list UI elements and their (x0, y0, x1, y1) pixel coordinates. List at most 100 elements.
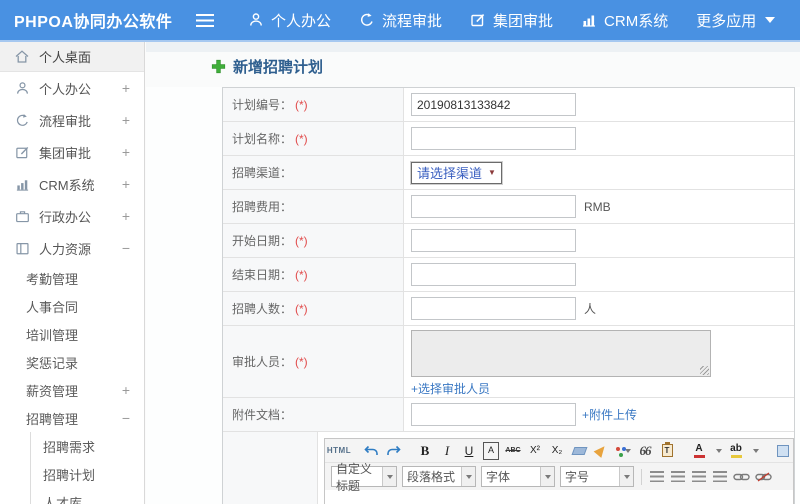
paragraph-format-select[interactable]: 段落格式 (402, 466, 476, 487)
channel-select[interactable]: 请选择渠道 ▼ (411, 161, 502, 184)
required-marker: (*) (295, 97, 308, 112)
strikethrough-button[interactable]: ABC (505, 442, 521, 460)
undo-icon[interactable] (363, 442, 379, 460)
font-family-select[interactable]: 字体 (481, 466, 555, 487)
top-menu: 个人办公 流程审批 集团审批 CRM系统 更多应用 (248, 10, 776, 31)
topmenu-personal-office[interactable]: 个人办公 (248, 10, 331, 31)
paste-as-text-icon[interactable]: T (659, 442, 675, 460)
approvers-textarea[interactable] (411, 330, 711, 377)
sidebar-item-salary[interactable]: 薪资管理 + (0, 376, 144, 404)
topmenu-workflow-approval[interactable]: 流程审批 (359, 10, 442, 31)
upload-attachment-link[interactable]: +附件上传 (582, 406, 637, 423)
sidebar-item-workflow-approval[interactable]: 流程审批 + (0, 104, 144, 136)
topmenu-more-apps[interactable]: 更多应用 (696, 10, 776, 31)
expand-toggle[interactable]: + (122, 80, 130, 96)
topmenu-label: 流程审批 (382, 12, 443, 30)
collapse-toggle[interactable]: − (122, 410, 130, 426)
color-brush-icon[interactable] (615, 442, 631, 460)
sidebar-item-label: 个人桌面 (39, 50, 92, 65)
align-right-icon[interactable] (691, 468, 707, 486)
sidebar-item-desktop[interactable]: 个人桌面 (0, 42, 144, 72)
italic-button[interactable]: I (439, 442, 455, 460)
resize-grip-icon[interactable] (700, 366, 709, 375)
fee-input[interactable] (411, 195, 576, 218)
start-date-input[interactable] (411, 229, 576, 252)
hamburger-menu-icon[interactable] (196, 13, 214, 27)
redo-icon[interactable] (385, 442, 401, 460)
sidebar-item-rewards[interactable]: 奖惩记录 (0, 348, 144, 376)
expand-toggle[interactable]: + (122, 112, 130, 128)
editor-content-area[interactable] (325, 490, 793, 504)
sidebar-item-recruit-demand[interactable]: 招聘需求 (31, 432, 144, 460)
form-row-approvers: 审批人员： (*) +选择审批人员 (223, 326, 794, 398)
remove-format-button[interactable]: A (483, 441, 499, 460)
main-content: 新增招聘计划 计划编号： (*) 计划名称： (*) (146, 42, 800, 504)
field-label: 结束日期： (232, 268, 293, 282)
insert-table-icon[interactable] (775, 442, 791, 460)
sidebar-item-attendance[interactable]: 考勤管理 (0, 264, 144, 292)
topmenu-group-approval[interactable]: 集团审批 (470, 10, 553, 31)
field-label: 招聘渠道： (232, 166, 293, 180)
sidebar-item-admin-office[interactable]: 行政办公 + (0, 200, 144, 232)
sidebar-item-crm[interactable]: CRM系统 + (0, 168, 144, 200)
unlink-icon[interactable] (755, 468, 772, 486)
field-label-cell (223, 432, 318, 504)
headcount-input[interactable] (411, 297, 576, 320)
sidebar-item-hr-contract[interactable]: 人事合同 (0, 292, 144, 320)
sidebar-item-recruit-plan[interactable]: 招聘计划 (31, 460, 144, 488)
field-label: 计划名称： (232, 132, 293, 146)
font-color-button[interactable]: A (691, 442, 707, 460)
top-navbar: PHPOA协同办公软件 个人办公 流程审批 集团审批 CRM系统 更多应用 (0, 0, 800, 42)
subscript-button[interactable]: X₂ (549, 442, 565, 460)
bold-button[interactable]: B (417, 442, 433, 460)
expand-toggle[interactable]: + (122, 176, 130, 192)
align-center-icon[interactable] (670, 468, 686, 486)
sidebar-item-personal-office[interactable]: 个人办公 + (0, 72, 144, 104)
sidebar-item-recruit-mgmt[interactable]: 招聘管理 − (0, 404, 144, 432)
sidebar-item-hr[interactable]: 人力资源 − (0, 232, 144, 264)
field-label: 开始日期： (232, 234, 293, 248)
highlight-color-button[interactable]: ab (728, 442, 744, 460)
heading-style-select[interactable]: 自定义标题 (331, 462, 397, 493)
format-painter-icon[interactable] (593, 442, 609, 460)
align-justify-icon[interactable] (712, 468, 728, 486)
sidebar-item-training[interactable]: 培训管理 (0, 320, 144, 348)
chevron-down-icon[interactable] (753, 448, 759, 453)
required-marker: (*) (295, 131, 308, 146)
attachment-input[interactable] (411, 403, 576, 426)
expand-toggle[interactable]: + (122, 144, 130, 160)
sidebar-item-label: 培训管理 (26, 327, 79, 343)
expand-toggle[interactable]: + (122, 208, 130, 224)
field-value-cell (404, 88, 794, 121)
superscript-button[interactable]: X² (527, 442, 543, 460)
briefcase-icon (14, 209, 30, 224)
collapse-toggle[interactable]: − (122, 240, 130, 256)
required-marker: (*) (295, 233, 308, 248)
underline-button[interactable]: U (461, 442, 477, 460)
align-left-icon[interactable] (649, 468, 665, 486)
select-arrow-icon: ▼ (488, 168, 496, 177)
field-label-cell: 招聘费用： (223, 190, 404, 223)
font-size-select[interactable]: 字号 (560, 466, 634, 487)
plan-no-input[interactable] (411, 93, 576, 116)
html-source-button[interactable]: HTML (327, 442, 351, 460)
plan-name-input[interactable] (411, 127, 576, 150)
topmenu-crm[interactable]: CRM系统 (581, 10, 668, 31)
sidebar-item-talent-pool[interactable]: 人才库 (31, 488, 144, 504)
form-row-fee: 招聘费用： RMB (223, 190, 794, 224)
eraser-icon[interactable] (571, 442, 587, 460)
required-marker: (*) (295, 354, 308, 369)
select-approvers-link[interactable]: +选择审批人员 (411, 380, 490, 397)
required-marker: (*) (295, 267, 308, 282)
expand-toggle[interactable]: + (122, 382, 130, 398)
sidebar-item-label: 行政办公 (39, 209, 92, 225)
app-window: PHPOA协同办公软件 个人办公 流程审批 集团审批 CRM系统 更多应用 个人… (0, 0, 800, 504)
insert-link-icon[interactable] (733, 468, 750, 486)
end-date-input[interactable] (411, 263, 576, 286)
sidebar-item-group-approval[interactable]: 集团审批 + (0, 136, 144, 168)
user-icon (14, 81, 30, 96)
sidebar-recruit-submenu: 招聘需求 招聘计划 人才库 (30, 432, 144, 504)
blockquote-button[interactable]: 66 (637, 442, 653, 460)
chevron-down-icon[interactable] (716, 448, 722, 453)
page-title-text: 新增招聘计划 (233, 59, 324, 76)
